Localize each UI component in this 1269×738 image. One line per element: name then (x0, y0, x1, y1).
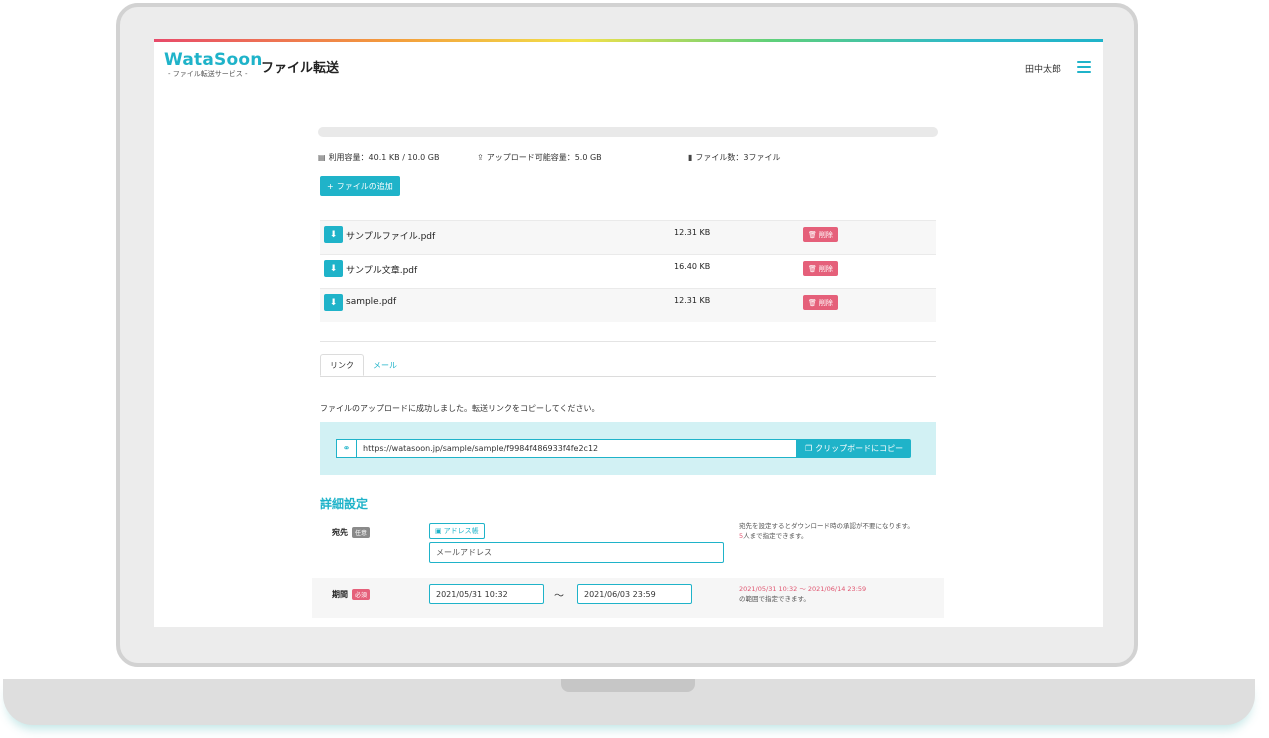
share-link-field[interactable]: https://watasoon.jp/sample/sample/f9984f… (356, 439, 797, 458)
start-date-field[interactable]: 2021/05/31 10:32 (429, 584, 544, 604)
period-hint-range: 2021/05/31 10:32 〜 2021/06/14 23:59 (739, 585, 867, 593)
period-label: 期間 必須 (332, 589, 371, 600)
section-divider (320, 341, 936, 342)
database-icon: ▤ (318, 153, 326, 162)
file-row: ⬇ サンプルファイル.pdf 12.31 KB 🗑 削除 (320, 220, 936, 254)
file-name[interactable]: サンプルファイル.pdf (346, 229, 435, 242)
recipient-hint-line2: 5人まで指定できます。 (739, 531, 914, 541)
trash-icon: 🗑 (808, 230, 817, 239)
trash-icon: 🗑 (808, 298, 817, 307)
upload-icon: ⇪ (477, 153, 484, 162)
required-badge: 必須 (352, 589, 371, 600)
period-hint-suffix: の範囲で指定できます。 (739, 595, 810, 603)
file-size: 12.31 KB (674, 296, 711, 305)
recipient-label-text: 宛先 (332, 528, 348, 537)
delete-label: 削除 (818, 264, 833, 273)
recipient-hint-line1: 宛先を設定するとダウンロード時の承認が不要になります。 (739, 522, 914, 530)
trash-icon: 🗑 (808, 264, 817, 273)
optional-badge: 任意 (352, 527, 371, 538)
recipient-hint: 宛先を設定するとダウンロード時の承認が不要になります。 5人まで指定できます。 (739, 521, 914, 541)
delete-button[interactable]: 🗑 削除 (803, 227, 838, 242)
logo-text: WataSoon (164, 50, 263, 70)
contact-book-icon: ▣ (435, 527, 442, 535)
delete-button[interactable]: 🗑 削除 (803, 295, 838, 310)
file-count-text: ファイル数：3ファイル (695, 153, 781, 162)
share-link-panel: ⚭ https://watasoon.jp/sample/sample/f998… (320, 422, 936, 475)
logo-subtitle: - ファイル転送サービス - (168, 70, 248, 78)
share-link-group: ⚭ https://watasoon.jp/sample/sample/f998… (336, 439, 912, 458)
delete-label: 削除 (818, 230, 833, 239)
upload-success-message: ファイルのアップロードに成功しました。転送リンクをコピーしてください。 (320, 404, 600, 413)
plus-icon: + (327, 181, 334, 191)
laptop-notch (561, 679, 695, 692)
file-icon: ▮ (688, 153, 693, 162)
copy-icon: ❐ (805, 444, 813, 453)
app-screen: WataSoon - ファイル転送サービス - ファイル転送 田中太郎 ▤ 利用… (154, 39, 1103, 627)
address-book-label: アドレス帳 (443, 527, 479, 535)
copy-label: クリップボードにコピー (815, 444, 904, 453)
app-header: WataSoon - ファイル転送サービス - ファイル転送 田中太郎 (154, 42, 1103, 88)
page-title: ファイル転送 (261, 61, 340, 76)
email-field[interactable]: メールアドレス (429, 542, 724, 563)
address-book-button[interactable]: ▣ アドレス帳 (429, 523, 485, 539)
share-tabs: リンク メール (320, 354, 936, 377)
hamburger-menu-icon[interactable] (1077, 61, 1091, 73)
file-size: 16.40 KB (674, 262, 711, 271)
download-icon[interactable]: ⬇ (324, 260, 343, 277)
file-list: ⬇ サンプルファイル.pdf 12.31 KB 🗑 削除 ⬇ サンプル文章.pd… (320, 220, 936, 322)
usage-text: 利用容量：40.1 KB / 10.0 GB (328, 153, 440, 162)
file-count-stat: ▮ ファイル数：3ファイル (688, 152, 781, 163)
period-row: 期間 必須 2021/05/31 10:32 〜 2021/06/03 23:5… (312, 578, 944, 618)
period-label-text: 期間 (332, 590, 348, 599)
tab-mail[interactable]: メール (364, 354, 406, 376)
delete-button[interactable]: 🗑 削除 (803, 261, 838, 276)
file-name[interactable]: sample.pdf (346, 297, 396, 307)
recipient-hint-suffix: 人まで指定できます。 (743, 532, 808, 540)
usage-stat: ▤ 利用容量：40.1 KB / 10.0 GB (318, 152, 439, 163)
add-file-label: ファイルの追加 (336, 181, 393, 191)
period-hint: 2021/05/31 10:32 〜 2021/06/14 23:59 の範囲で… (739, 584, 866, 604)
download-icon[interactable]: ⬇ (324, 226, 343, 243)
copy-to-clipboard-button[interactable]: ❐ クリップボードにコピー (797, 439, 912, 458)
tab-link[interactable]: リンク (320, 354, 364, 376)
user-name[interactable]: 田中太郎 (1025, 62, 1061, 75)
recipient-label: 宛先 任意 (332, 527, 371, 538)
delete-label: 削除 (818, 298, 833, 307)
period-separator: 〜 (554, 591, 564, 602)
add-file-button[interactable]: + ファイルの追加 (320, 176, 400, 196)
details-title: 詳細設定 (320, 497, 369, 511)
download-icon[interactable]: ⬇ (324, 294, 343, 311)
link-icon: ⚭ (336, 439, 356, 458)
file-size: 12.31 KB (674, 228, 711, 237)
uploadable-stat: ⇪ アップロード可能容量：5.0 GB (477, 152, 602, 163)
file-row: ⬇ sample.pdf 12.31 KB 🗑 削除 (320, 288, 936, 322)
file-name[interactable]: サンプル文章.pdf (346, 263, 417, 276)
file-row: ⬇ サンプル文章.pdf 16.40 KB 🗑 削除 (320, 254, 936, 288)
logo[interactable]: WataSoon - ファイル転送サービス - (164, 50, 263, 79)
uploadable-text: アップロード可能容量：5.0 GB (486, 153, 602, 162)
end-date-field[interactable]: 2021/06/03 23:59 (577, 584, 692, 604)
storage-progress-bar (318, 127, 938, 137)
